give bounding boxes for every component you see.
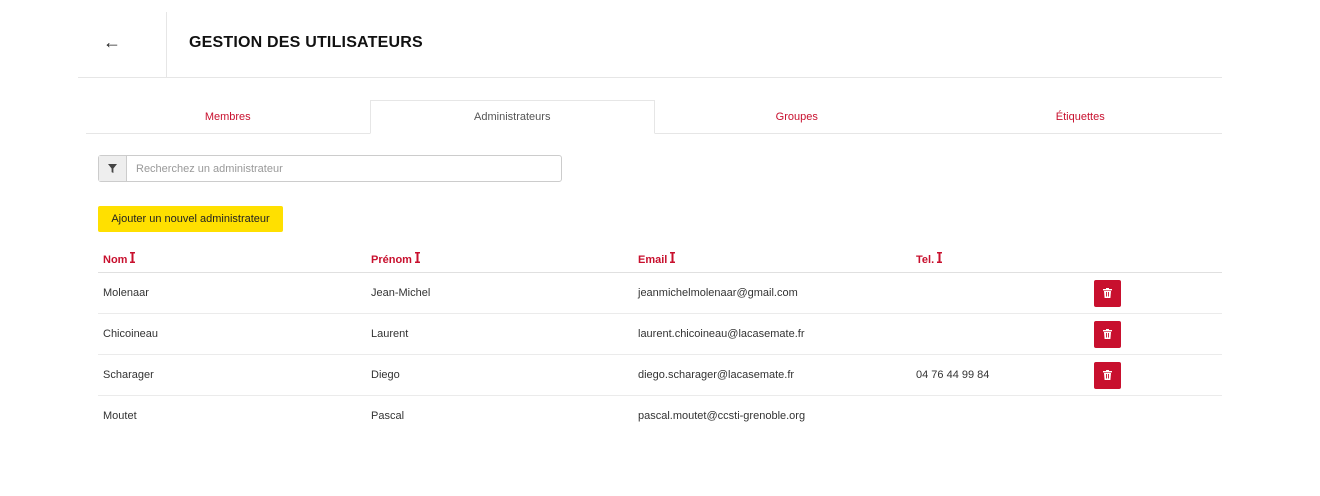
cell-prenom: Pascal <box>371 410 405 422</box>
page-header: ← GESTION DES UTILISATEURS <box>78 12 1222 78</box>
sort-icon <box>937 252 943 266</box>
tab-groupes[interactable]: Groupes <box>655 100 939 133</box>
table-row: Scharager Diego diego.scharager@lacasema… <box>98 354 1222 396</box>
trash-icon <box>1103 370 1112 380</box>
search-input[interactable] <box>127 156 561 181</box>
delete-button[interactable] <box>1094 361 1121 389</box>
column-header-label: Nom <box>103 254 128 266</box>
cell-nom: Molenaar <box>98 272 366 314</box>
column-header-label: Email <box>638 254 668 266</box>
arrow-left-icon: ← <box>103 32 121 52</box>
tab-membres[interactable]: Membres <box>86 100 370 133</box>
column-header-nom[interactable]: Nom <box>98 246 366 273</box>
cell-email: diego.scharager@lacasemate.fr <box>633 354 911 396</box>
cell-prenom: Jean-Michel <box>366 272 633 314</box>
column-header-tel[interactable]: Tel. <box>911 246 1086 273</box>
page-title: GESTION DES UTILISATEURS <box>189 34 423 51</box>
administrators-table: Nom Prénom Email Tel. Molenaar Jean-Mich… <box>98 246 1222 436</box>
table-row: Chicoineau Laurent laurent.chicoineau@la… <box>98 313 1222 355</box>
add-administrator-button[interactable]: Ajouter un nouvel administrateur <box>98 206 283 232</box>
cell-nom: Scharager <box>98 354 366 396</box>
delete-button[interactable] <box>1094 279 1121 307</box>
cell-actions <box>1086 396 1222 437</box>
sort-icon <box>414 252 420 266</box>
cell-email: jeanmichelmolenaar@gmail.com <box>633 272 911 314</box>
cell-actions <box>1086 272 1222 314</box>
trash-icon <box>1103 329 1112 339</box>
tab-etiquettes[interactable]: Étiquettes <box>939 100 1223 133</box>
cell-actions <box>1086 313 1222 355</box>
sort-icon <box>130 252 136 266</box>
cell-nom: Moutet <box>103 410 137 422</box>
trash-icon <box>1103 288 1112 298</box>
table-row: Molenaar Jean-Michel jeanmichelmolenaar@… <box>98 272 1222 314</box>
cell-prenom: Diego <box>366 354 633 396</box>
sort-icon <box>670 252 676 266</box>
cell-tel <box>911 272 1086 314</box>
cell-prenom: Laurent <box>366 313 633 355</box>
back-button[interactable]: ← <box>78 12 167 77</box>
column-header-label: Prénom <box>371 254 412 266</box>
search-bar <box>98 155 562 182</box>
filter-icon[interactable] <box>99 156 127 181</box>
column-header-label: Tel. <box>916 254 935 266</box>
cell-email: pascal.moutet@ccsti-grenoble.org <box>638 410 806 422</box>
cell-tel <box>911 396 1086 437</box>
column-header-actions <box>1086 246 1222 273</box>
tab-bar: Membres Administrateurs Groupes Étiquett… <box>86 100 1222 134</box>
cell-nom: Chicoineau <box>98 313 366 355</box>
table-row: Moutet Pascal pascal.moutet@ccsti-grenob… <box>98 396 1222 437</box>
delete-button[interactable] <box>1094 320 1121 348</box>
cell-actions <box>1086 354 1222 396</box>
cell-email: laurent.chicoineau@lacasemate.fr <box>633 313 911 355</box>
cell-tel: 04 76 44 99 84 <box>911 354 1086 396</box>
table-header-row: Nom Prénom Email Tel. <box>98 246 1222 273</box>
tab-administrateurs[interactable]: Administrateurs <box>369 100 655 134</box>
cell-tel <box>911 313 1086 355</box>
column-header-prenom[interactable]: Prénom <box>366 246 633 273</box>
column-header-email[interactable]: Email <box>633 246 911 273</box>
